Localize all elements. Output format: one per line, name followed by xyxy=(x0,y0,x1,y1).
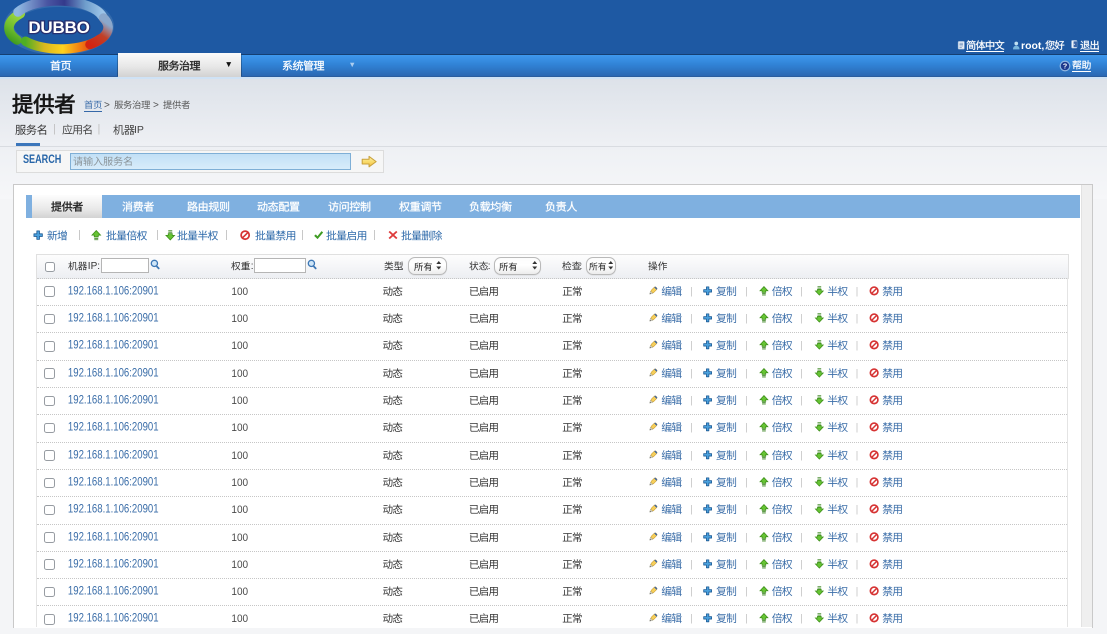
svg-text:DUBBO: DUBBO xyxy=(28,18,89,37)
